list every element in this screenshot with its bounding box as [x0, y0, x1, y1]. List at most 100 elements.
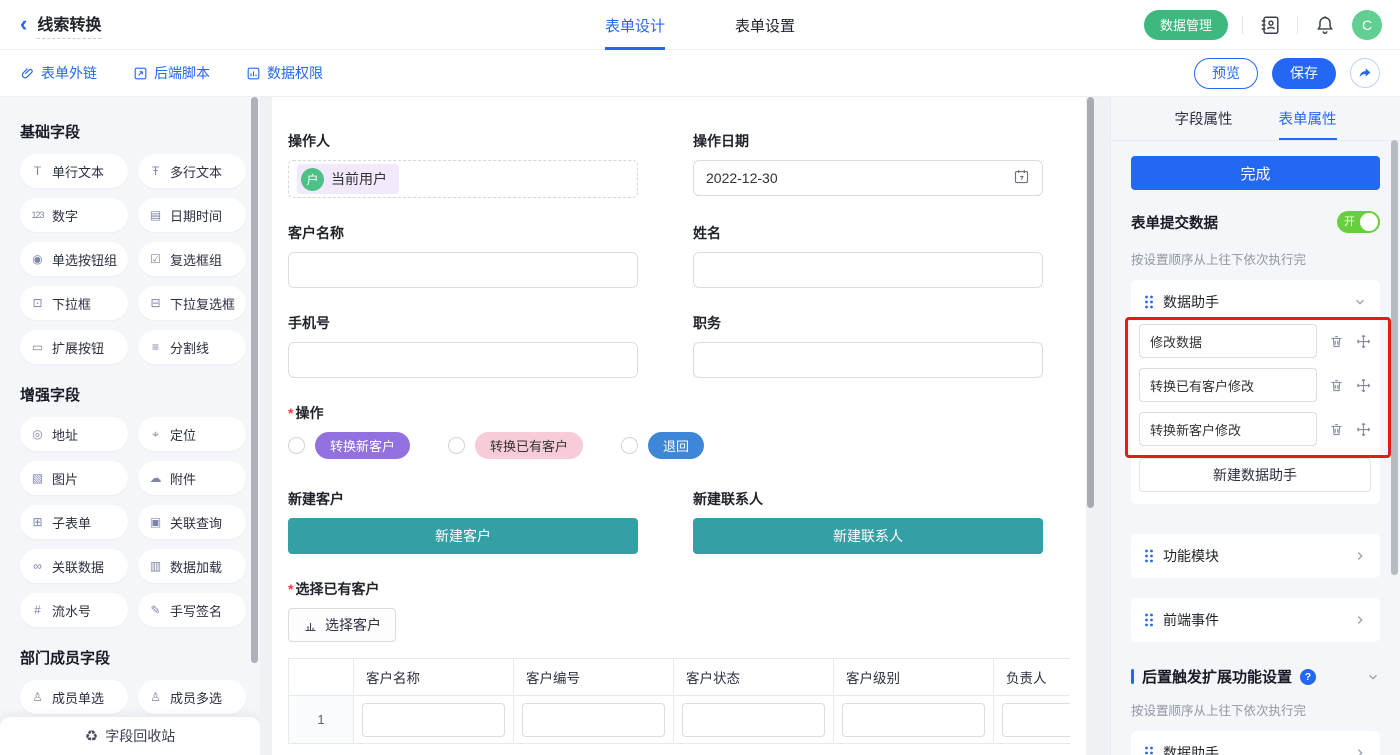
save-button[interactable]: 保存 — [1272, 58, 1336, 89]
tab-field-properties[interactable]: 字段属性 — [1175, 97, 1233, 140]
field-item-radio-group[interactable]: ◉单选按钮组 — [20, 242, 128, 276]
chevron-right-icon[interactable] — [1353, 613, 1367, 627]
field-new-customer[interactable]: 新建客户 新建客户 — [288, 489, 638, 554]
field-select-existing-customer[interactable]: *选择已有客户 选择客户 客户名称 客户编 — [288, 579, 1070, 744]
field-operate-date[interactable]: 操作日期 2022-12-30 — [693, 131, 1043, 198]
cell-input-customer-level[interactable] — [842, 703, 985, 737]
field-item-image[interactable]: ▧图片 — [20, 461, 128, 495]
field-item-checkbox-group[interactable]: ☑复选框组 — [138, 242, 246, 276]
frontend-event-header[interactable]: 前端事件 — [1131, 598, 1380, 642]
new-customer-button[interactable]: 新建客户 — [288, 518, 638, 554]
chevron-right-icon[interactable] — [1353, 549, 1367, 563]
chevron-right-icon[interactable] — [1353, 746, 1367, 755]
date-input[interactable]: 2022-12-30 — [693, 160, 1043, 196]
field-item-address[interactable]: ◎地址 — [20, 417, 128, 451]
drag-handle-icon[interactable] — [1144, 295, 1154, 309]
contacts-icon[interactable] — [1257, 12, 1283, 38]
delete-icon[interactable] — [1329, 422, 1344, 437]
user-avatar[interactable]: C — [1352, 10, 1382, 40]
field-mobile[interactable]: 手机号 — [288, 313, 638, 378]
person-name-input[interactable] — [693, 252, 1043, 288]
radio-circle[interactable] — [448, 437, 465, 454]
data-helper-header[interactable]: 数据助手 — [1131, 280, 1380, 324]
panel-scrollbar[interactable] — [1391, 140, 1398, 575]
field-customer-name[interactable]: 客户名称 — [288, 223, 638, 288]
chevron-down-icon[interactable] — [1353, 295, 1367, 309]
field-job[interactable]: 职务 — [693, 313, 1043, 378]
customer-name-input[interactable] — [288, 252, 638, 288]
helper-item-name[interactable]: 修改数据 — [1139, 324, 1317, 358]
cell-input-customer-status[interactable] — [682, 703, 825, 737]
canvas-scrollbar[interactable] — [1087, 97, 1094, 508]
backend-script-item[interactable]: 后端脚本 — [133, 63, 210, 83]
field-item-divider[interactable]: ≡分割线 — [138, 330, 246, 364]
post-data-helper-header[interactable]: 数据助手 — [1131, 731, 1380, 755]
function-module-header[interactable]: 功能模块 — [1131, 534, 1380, 578]
bar-chart-icon: ▥ — [147, 559, 164, 573]
field-item-number[interactable]: 123数字 — [20, 198, 128, 232]
radio-option-convert-existing[interactable]: 转换已有客户 — [448, 432, 583, 459]
tab-form-design[interactable]: 表单设计 — [605, 0, 665, 50]
data-manage-button[interactable]: 数据管理 — [1144, 10, 1228, 40]
field-item-multi-select[interactable]: ⊟下拉复选框 — [138, 286, 246, 320]
mobile-input[interactable] — [288, 342, 638, 378]
chevron-down-icon[interactable] — [1366, 670, 1380, 684]
radio-circle[interactable] — [621, 437, 638, 454]
notification-bell-icon[interactable] — [1312, 12, 1338, 38]
helper-item-name[interactable]: 转换已有客户修改 — [1139, 368, 1317, 402]
submit-data-toggle[interactable]: 开 — [1337, 211, 1380, 233]
tab-form-settings[interactable]: 表单设置 — [735, 0, 795, 50]
cell-input-customer-no[interactable] — [522, 703, 665, 737]
field-item-single-line-text[interactable]: T单行文本 — [20, 154, 128, 188]
drag-handle-icon[interactable] — [1144, 549, 1154, 563]
field-new-contact[interactable]: 新建联系人 新建联系人 — [693, 489, 1043, 554]
field-item-extend-button[interactable]: ▭扩展按钮 — [20, 330, 128, 364]
share-button[interactable] — [1350, 58, 1380, 88]
field-item-member-multi[interactable]: ♙成员多选 — [138, 680, 246, 714]
job-input[interactable] — [693, 342, 1043, 378]
field-operation[interactable]: *操作 转换新客户 转换已有客户 退回 — [288, 403, 1070, 459]
sidebar-scrollbar[interactable] — [251, 97, 258, 663]
field-item-location[interactable]: ⌖定位 — [138, 417, 246, 451]
field-item-datetime[interactable]: ▤日期时间 — [138, 198, 246, 232]
field-item-member-single[interactable]: ♙成员单选 — [20, 680, 128, 714]
move-icon[interactable] — [1356, 378, 1371, 393]
field-item-attachment[interactable]: ☁附件 — [138, 461, 246, 495]
radio-option-return[interactable]: 退回 — [621, 432, 704, 459]
delete-icon[interactable] — [1329, 334, 1344, 349]
field-item-data-load[interactable]: ▥数据加载 — [138, 549, 246, 583]
field-item-subform[interactable]: ⊞子表单 — [20, 505, 128, 539]
field-person-name[interactable]: 姓名 — [693, 223, 1043, 288]
field-item-signature[interactable]: ✎手写签名 — [138, 593, 246, 627]
field-item-lookup-query[interactable]: ▣关联查询 — [138, 505, 246, 539]
cell-input-customer-name[interactable] — [362, 703, 505, 737]
field-item-multi-line-text[interactable]: Ŧ多行文本 — [138, 154, 246, 188]
data-permission-item[interactable]: 数据权限 — [246, 63, 323, 83]
field-item-linked-data[interactable]: ∞关联数据 — [20, 549, 128, 583]
field-item-select[interactable]: ⊡下拉框 — [20, 286, 128, 320]
tab-form-properties[interactable]: 表单属性 — [1279, 97, 1337, 140]
move-icon[interactable] — [1356, 334, 1371, 349]
page-title[interactable]: 线索转换 — [37, 11, 101, 39]
move-icon[interactable] — [1356, 422, 1371, 437]
field-item-serial-number[interactable]: #流水号 — [20, 593, 128, 627]
new-data-helper-button[interactable]: 新建数据助手 — [1139, 458, 1371, 492]
field-operator[interactable]: 操作人 户 当前用户 — [288, 131, 638, 198]
external-link-item[interactable]: 表单外链 — [20, 63, 97, 83]
back-icon[interactable]: ‹ — [20, 13, 27, 35]
drag-handle-icon[interactable] — [1144, 613, 1154, 627]
delete-icon[interactable] — [1329, 378, 1344, 393]
operator-value-box[interactable]: 户 当前用户 — [288, 160, 638, 198]
helper-item-name[interactable]: 转换新客户修改 — [1139, 412, 1317, 446]
post-trigger-section-header[interactable]: 后置触发扩展功能设置 ? — [1131, 666, 1380, 687]
preview-button[interactable]: 预览 — [1194, 58, 1258, 89]
radio-option-convert-new[interactable]: 转换新客户 — [288, 432, 410, 459]
new-contact-button[interactable]: 新建联系人 — [693, 518, 1043, 554]
choose-customer-button[interactable]: 选择客户 — [288, 608, 396, 642]
field-recycle-bin[interactable]: ♻ 字段回收站 — [0, 717, 260, 755]
help-icon[interactable]: ? — [1300, 669, 1316, 685]
radio-circle[interactable] — [288, 437, 305, 454]
cell-input-owner[interactable] — [1002, 703, 1070, 737]
finish-button[interactable]: 完成 — [1131, 156, 1380, 190]
drag-handle-icon[interactable] — [1144, 746, 1154, 755]
